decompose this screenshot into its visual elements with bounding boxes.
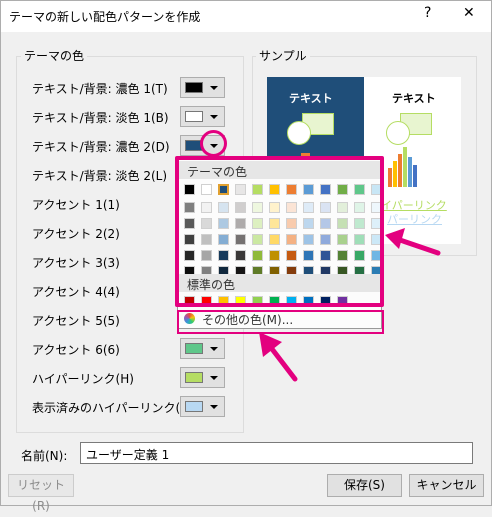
theme-color-row-label: テキスト/背景: 淡色 2(L) <box>32 169 168 183</box>
color-swatch <box>185 111 203 122</box>
help-button[interactable]: ? <box>424 5 431 21</box>
theme-color-row-label: テキスト/背景: 濃色 2(D) <box>32 140 170 154</box>
theme-color-row-label: ハイパーリンク(H) <box>32 372 134 386</box>
theme-color-row-label: アクセント 2(2) <box>32 227 120 241</box>
color-swatch <box>185 343 203 354</box>
annotation-highlight-palette <box>175 156 384 307</box>
theme-color-row-label: アクセント 6(6) <box>32 343 120 357</box>
chevron-down-icon <box>210 115 218 119</box>
color-swatch <box>185 401 203 412</box>
cancel-button[interactable]: キャンセル <box>409 474 484 497</box>
sample-chart-bar <box>408 157 412 187</box>
sample-group-label: サンプル <box>256 47 310 64</box>
color-dropdown-button[interactable] <box>180 367 225 388</box>
color-dropdown-button[interactable] <box>180 338 225 359</box>
theme-color-row-label: アクセント 5(5) <box>32 314 120 328</box>
sample-light-text: テキスト <box>392 92 436 105</box>
theme-color-row-label: 表示済みのハイパーリンク(F) <box>32 401 192 415</box>
create-theme-colors-dialog: テーマの新しい配色パターンを作成 ? ✕ テーマの色 テキスト/背景: 濃色 1… <box>0 0 492 513</box>
theme-color-row-label: アクセント 4(4) <box>32 285 120 299</box>
theme-colors-group-label: テーマの色 <box>21 47 88 64</box>
annotation-circle-dropdown <box>200 130 227 157</box>
sample-chart-bar <box>413 165 417 187</box>
sample-shape-circle-2 <box>386 121 410 145</box>
chevron-down-icon <box>210 347 218 351</box>
name-label: 名前(N): <box>21 449 68 463</box>
annotation-arrow-up <box>259 332 298 382</box>
save-button[interactable]: 保存(S) <box>327 474 402 497</box>
sample-chart-bar <box>393 161 397 187</box>
sample-chart-bar <box>403 147 407 187</box>
sample-dark-text: テキスト <box>289 92 333 105</box>
color-swatch <box>185 372 203 383</box>
close-button[interactable]: ✕ <box>463 5 475 21</box>
sample-chart-bar <box>398 154 402 187</box>
sample-chart-bar <box>388 168 392 187</box>
chevron-down-icon <box>210 376 218 380</box>
sample-shape-circle <box>287 121 311 145</box>
color-swatch <box>185 82 203 93</box>
dialog-title: テーマの新しい配色パターンを作成 <box>9 10 201 24</box>
title-bar: テーマの新しい配色パターンを作成 ? ✕ <box>1 1 491 32</box>
theme-color-row-label: アクセント 3(3) <box>32 256 120 270</box>
theme-color-row-label: アクセント 1(1) <box>32 198 120 212</box>
chevron-down-icon <box>210 86 218 90</box>
reset-button[interactable]: リセット(R) <box>8 474 74 513</box>
color-dropdown-button[interactable] <box>180 396 225 417</box>
chevron-down-icon <box>210 405 218 409</box>
annotation-arrow-right <box>385 228 441 256</box>
name-input[interactable]: ユーザー定義 1 <box>80 442 473 464</box>
color-dropdown-button[interactable] <box>180 106 225 127</box>
theme-color-row-label: テキスト/背景: 濃色 1(T) <box>32 82 168 96</box>
color-dropdown-button[interactable] <box>180 77 225 98</box>
name-input-value: ユーザー定義 1 <box>86 448 170 462</box>
theme-color-row-label: テキスト/背景: 淡色 1(B) <box>32 111 169 125</box>
